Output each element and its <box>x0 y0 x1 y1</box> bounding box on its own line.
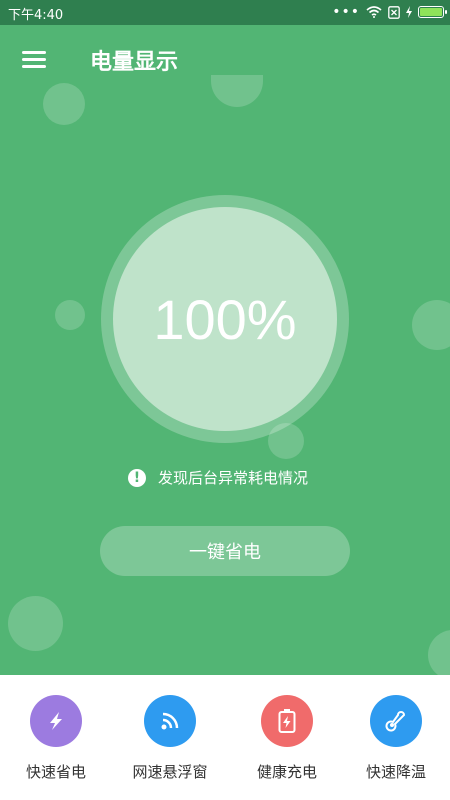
exclamation-icon: ! <box>128 468 146 487</box>
warning-message[interactable]: ! 发现后台异常耗电情况 <box>128 467 308 488</box>
status-icons: ••• <box>332 3 447 21</box>
page-title: 电量显示 <box>90 50 179 75</box>
feature-speed-window[interactable]: 网速悬浮窗 <box>114 675 226 800</box>
wifi-icon <box>366 6 382 18</box>
lightning-icon <box>30 695 82 747</box>
battery-gauge: 100% <box>101 195 349 443</box>
feature-bar: 快速省电 网速悬浮窗 健康充电 快速降温 <box>0 675 450 800</box>
battery-percent: 100% <box>153 287 297 351</box>
battery-gauge-inner: 100% <box>113 207 337 431</box>
feature-quick-cool[interactable]: 快速降温 <box>340 675 450 800</box>
charging-battery-icon <box>261 695 313 747</box>
more-dots-icon: ••• <box>332 4 360 20</box>
status-time: 下午4:40 <box>8 8 64 23</box>
app-bar: 电量显示 <box>0 25 450 95</box>
wifi-signal-icon <box>144 695 196 747</box>
feature-label: 快速降温 <box>365 763 426 781</box>
thermometer-icon <box>370 695 422 747</box>
feature-quick-save[interactable]: 快速省电 <box>0 675 112 800</box>
no-sim-icon <box>388 5 400 19</box>
feature-label: 快速省电 <box>25 763 86 781</box>
warning-text: 发现后台异常耗电情况 <box>158 469 309 487</box>
feature-healthy-charge[interactable]: 健康充电 <box>231 675 343 800</box>
menu-icon[interactable] <box>22 49 48 69</box>
main-area: 电量显示 100% ! 发现后台异常耗电情况 一键省电 <box>0 25 450 675</box>
feature-label: 健康充电 <box>256 763 317 781</box>
charging-bolt-icon <box>406 6 412 18</box>
battery-status-icon <box>418 6 447 18</box>
status-bar: 下午4:40 ••• <box>0 0 450 25</box>
feature-label: 网速悬浮窗 <box>132 763 208 781</box>
one-click-save-button[interactable]: 一键省电 <box>100 526 350 576</box>
